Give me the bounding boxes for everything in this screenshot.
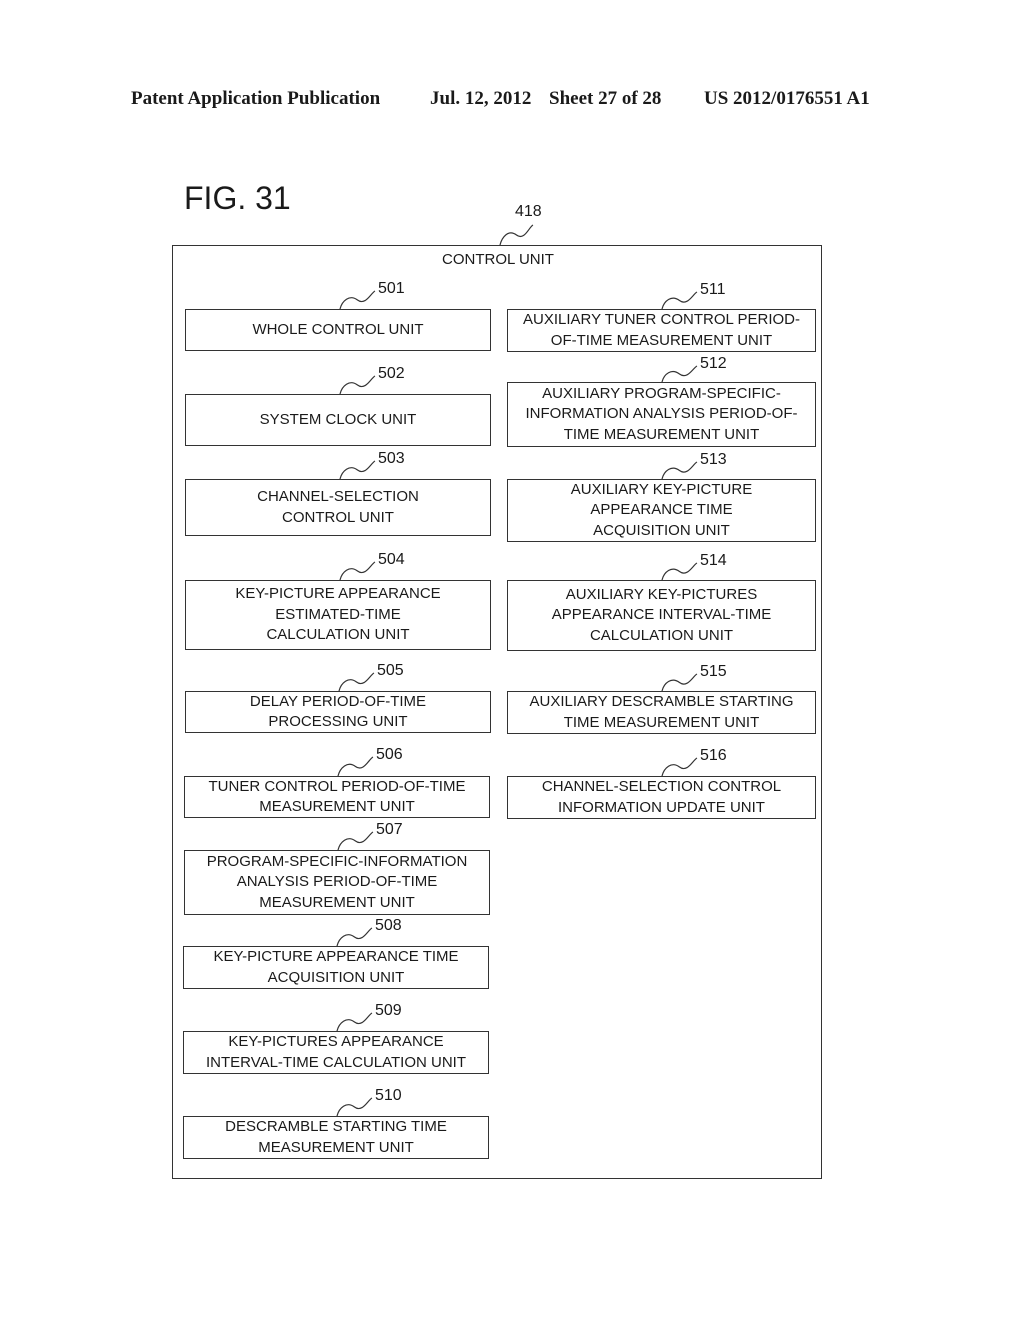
- unit-box-502: SYSTEM CLOCK UNIT: [185, 394, 491, 446]
- unit-ref-515: 515: [700, 663, 727, 680]
- unit-box-506: TUNER CONTROL PERIOD-OF-TIME MEASUREMENT…: [184, 776, 490, 818]
- publication-date: Jul. 12, 2012: [430, 88, 532, 109]
- unit-box-513: AUXILIARY KEY-PICTURE APPEARANCE TIME AC…: [507, 479, 816, 542]
- unit-box-515: AUXILIARY DESCRAMBLE STARTING TIME MEASU…: [507, 691, 816, 734]
- unit-ref-502: 502: [378, 365, 405, 382]
- unit-ref-507: 507: [376, 821, 403, 838]
- unit-ref-509: 509: [375, 1002, 402, 1019]
- unit-ref-516: 516: [700, 747, 727, 764]
- unit-box-514: AUXILIARY KEY-PICTURES APPEARANCE INTERV…: [507, 580, 816, 651]
- patent-number: US 2012/0176551 A1: [704, 88, 870, 109]
- control-unit-label: CONTROL UNIT: [442, 251, 554, 268]
- unit-box-511: AUXILIARY TUNER CONTROL PERIOD- OF-TIME …: [507, 309, 816, 352]
- unit-box-512: AUXILIARY PROGRAM-SPECIFIC- INFORMATION …: [507, 382, 816, 447]
- lead-line-418: [499, 224, 534, 246]
- unit-box-504: KEY-PICTURE APPEARANCE ESTIMATED-TIME CA…: [185, 580, 491, 650]
- unit-box-507: PROGRAM-SPECIFIC-INFORMATION ANALYSIS PE…: [184, 850, 490, 915]
- control-unit-ref: 418: [515, 203, 542, 220]
- unit-ref-505: 505: [377, 662, 404, 679]
- unit-box-501: WHOLE CONTROL UNIT: [185, 309, 491, 351]
- unit-box-505: DELAY PERIOD-OF-TIME PROCESSING UNIT: [185, 691, 491, 733]
- unit-box-516: CHANNEL-SELECTION CONTROL INFORMATION UP…: [507, 776, 816, 819]
- unit-ref-503: 503: [378, 450, 405, 467]
- unit-box-510: DESCRAMBLE STARTING TIME MEASUREMENT UNI…: [183, 1116, 489, 1159]
- unit-ref-511: 511: [700, 281, 726, 298]
- unit-ref-506: 506: [376, 746, 403, 763]
- unit-ref-504: 504: [378, 551, 405, 568]
- unit-box-509: KEY-PICTURES APPEARANCE INTERVAL-TIME CA…: [183, 1031, 489, 1074]
- unit-ref-514: 514: [700, 552, 727, 569]
- unit-ref-501: 501: [378, 280, 405, 297]
- figure-title: FIG. 31: [184, 180, 291, 216]
- unit-ref-513: 513: [700, 451, 727, 468]
- sheet-number: Sheet 27 of 28: [549, 88, 662, 109]
- unit-ref-512: 512: [700, 355, 727, 372]
- unit-ref-508: 508: [375, 917, 402, 934]
- unit-box-503: CHANNEL-SELECTION CONTROL UNIT: [185, 479, 491, 536]
- unit-box-508: KEY-PICTURE APPEARANCE TIME ACQUISITION …: [183, 946, 489, 989]
- unit-ref-510: 510: [375, 1087, 402, 1104]
- publication-label: Patent Application Publication: [131, 88, 381, 109]
